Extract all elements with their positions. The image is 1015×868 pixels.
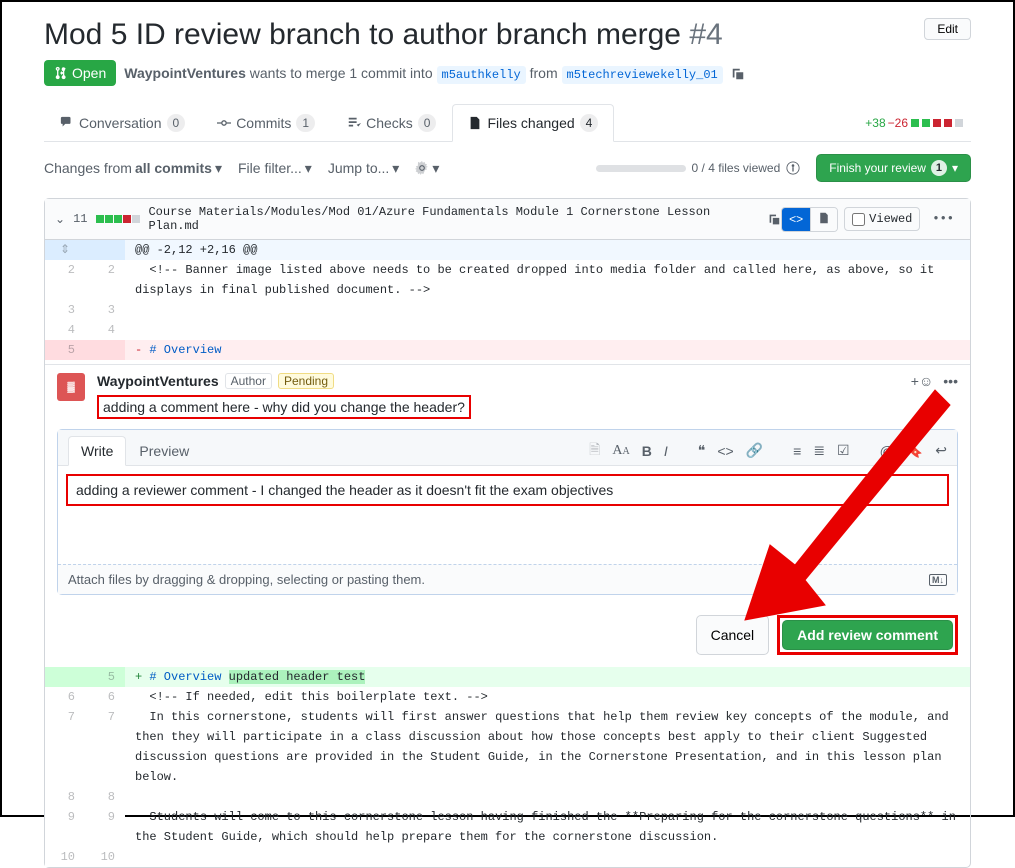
attach-files-bar[interactable]: Attach files by dragging & dropping, sel… <box>58 564 957 594</box>
tab-files-changed[interactable]: Files changed4 <box>452 104 614 142</box>
viewed-checkbox[interactable]: Viewed <box>844 207 920 231</box>
add-review-comment-button[interactable]: Add review comment <box>782 620 953 650</box>
files-viewed-progress: 0 / 4 files viewed <box>596 161 801 175</box>
checklist-icon <box>347 116 361 130</box>
comment-author[interactable]: WaypointVentures <box>97 373 219 389</box>
mention-icon[interactable]: @ <box>880 443 894 459</box>
comment-textarea[interactable]: adding a reviewer comment - I changed th… <box>66 474 949 506</box>
file-line-count: 11 <box>73 212 87 226</box>
diff-settings-dropdown[interactable]: ▾ <box>415 160 439 177</box>
write-tab[interactable]: Write <box>68 436 126 466</box>
info-icon[interactable] <box>786 161 800 175</box>
comment-discussion-icon <box>60 116 74 130</box>
heading-icon[interactable]: AA <box>612 443 629 459</box>
finish-review-button[interactable]: Finish your review1 ▾ <box>816 154 971 182</box>
saved-reply-icon[interactable]: 🔖 <box>906 442 923 459</box>
git-pull-request-icon <box>54 66 68 80</box>
pr-title: Mod 5 ID review branch to author branch … <box>44 18 723 52</box>
edit-button[interactable]: Edit <box>924 18 971 40</box>
file-diff-icon <box>468 116 482 130</box>
author-badge: Author <box>225 373 272 389</box>
tab-commits[interactable]: Commits1 <box>201 104 331 141</box>
bullet-list-icon[interactable]: ≡ <box>793 443 801 459</box>
task-list-icon[interactable]: ☑ <box>837 442 850 459</box>
code-icon[interactable]: <> <box>717 443 733 459</box>
diff-table: ⇕@@ -2,12 +2,16 @@ 22 <!-- Banner image … <box>45 240 970 360</box>
avatar: ▓ <box>57 373 85 401</box>
number-list-icon[interactable]: ≣ <box>813 442 825 459</box>
bold-icon[interactable]: B <box>642 443 652 459</box>
pr-number: #4 <box>689 18 722 51</box>
diffstat: +38 −26 <box>865 116 963 130</box>
markdown-icon[interactable]: M↓ <box>929 574 947 586</box>
diff-view-toggle[interactable]: <> <box>781 207 838 232</box>
jump-to-dropdown[interactable]: Jump to... ▾ <box>328 160 400 177</box>
file-filter-dropdown[interactable]: File filter... ▾ <box>238 160 312 177</box>
reference-icon[interactable]: ↩ <box>935 442 947 459</box>
quote-icon[interactable]: ❝ <box>698 442 706 459</box>
gear-icon <box>415 161 429 175</box>
changes-from-dropdown[interactable]: Changes from all commits ▾ <box>44 160 222 177</box>
file-collapse-toggle[interactable]: ⌄ <box>55 212 65 227</box>
file-menu-button[interactable]: ••• <box>926 208 960 230</box>
comment-menu-button[interactable]: ••• <box>943 373 958 389</box>
source-view-button[interactable]: <> <box>782 208 811 231</box>
tab-conversation[interactable]: Conversation0 <box>44 104 201 141</box>
add-reaction-button[interactable]: +☺ <box>911 373 933 389</box>
attach-icon[interactable]: 🗎 <box>589 439 600 463</box>
italic-icon[interactable]: I <box>664 443 668 459</box>
file-icon <box>818 212 830 224</box>
link-icon[interactable]: 🔗 <box>746 442 763 459</box>
expand-hunk-icon[interactable]: ⇕ <box>45 240 85 260</box>
copy-icon[interactable] <box>731 67 745 81</box>
copy-icon[interactable] <box>768 213 781 226</box>
pending-badge: Pending <box>278 373 334 389</box>
cancel-button[interactable]: Cancel <box>696 615 770 655</box>
file-path[interactable]: Course Materials/Modules/Mod 01/Azure Fu… <box>148 205 760 233</box>
file-diff-container: ⌄ 11 Course Materials/Modules/Mod 01/Azu… <box>44 198 971 868</box>
git-commit-icon <box>217 116 231 130</box>
tab-checks[interactable]: Checks0 <box>331 104 452 141</box>
rendered-view-button[interactable] <box>811 208 837 231</box>
comment-form: Write Preview 🗎 AA B I ❝ <> 🔗 ≡ ≣ ☑ @ <box>57 429 958 595</box>
base-branch[interactable]: m5authkelly <box>437 66 526 84</box>
merge-description: WaypointVentures wants to merge 1 commit… <box>124 65 744 82</box>
preview-tab[interactable]: Preview <box>126 436 202 465</box>
existing-comment: adding a comment here - why did you chan… <box>97 395 471 419</box>
state-badge: Open <box>44 60 116 86</box>
head-branch[interactable]: m5techreviewekelly_01 <box>562 66 723 84</box>
